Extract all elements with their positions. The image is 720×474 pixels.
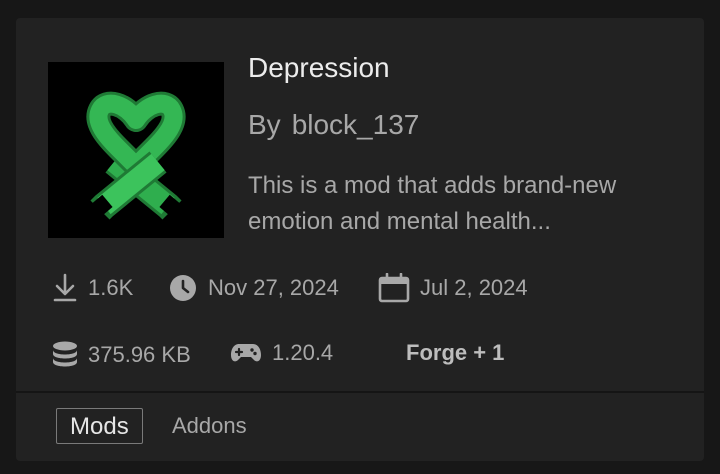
calendar-icon [378,273,410,303]
gamepad-icon [231,344,261,362]
loader-label: Forge + 1 [406,340,505,365]
author-link[interactable]: block_137 [292,109,420,140]
divider [16,391,704,393]
mod-card[interactable]: Depression By block_137 This is a mod tha… [16,18,704,461]
game-version: 1.20.4 [272,340,334,365]
category-tag-addons[interactable]: Addons [172,411,247,441]
download-icon [53,273,77,302]
mod-description: This is a mod that adds brand-new emotio… [248,172,617,235]
downloads-stat: 1.6K [52,273,133,303]
author-prefix: By [248,109,281,140]
category-tag-mods[interactable]: Mods [56,408,143,444]
downloads-count: 1.6K [88,275,134,300]
updated-stat: Nov 27, 2024 [168,273,339,303]
mod-thumbnail[interactable] [48,62,224,238]
clock-icon [170,275,196,301]
created-date: Jul 2, 2024 [420,275,528,300]
database-icon [53,341,77,367]
version-stat: 1.20.4 [230,340,333,366]
file-size: 375.96 KB [88,342,191,367]
ribbon-icon [85,91,187,222]
filesize-stat: 375.96 KB [52,340,191,370]
created-stat: Jul 2, 2024 [378,273,528,303]
updated-date: Nov 27, 2024 [208,275,339,300]
mod-author: By block_137 [248,109,419,141]
mod-title[interactable]: Depression [248,52,390,84]
